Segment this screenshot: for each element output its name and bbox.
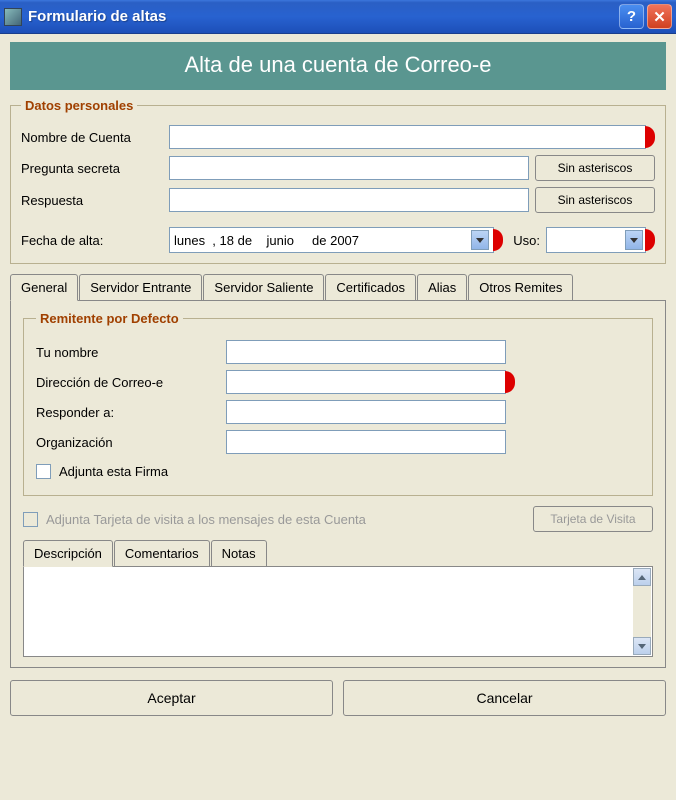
app-icon — [4, 8, 22, 26]
tab-certificates[interactable]: Certificados — [325, 274, 416, 300]
default-sender-fieldset: Remitente por Defecto Tu nombre Direcció… — [23, 311, 653, 496]
required-marker-icon — [493, 229, 503, 251]
attach-signature-label: Adjunta esta Firma — [59, 464, 168, 479]
no-asterisks-button-1[interactable]: Sin asteriscos — [535, 155, 655, 181]
tab-other-senders[interactable]: Otros Remites — [468, 274, 573, 300]
tab-general[interactable]: General — [10, 274, 78, 301]
main-tabstrip: General Servidor Entrante Servidor Salie… — [10, 274, 666, 301]
close-button[interactable]: ✕ — [647, 4, 672, 29]
subtab-description[interactable]: Descripción — [23, 540, 113, 567]
default-sender-legend: Remitente por Defecto — [36, 311, 183, 326]
answer-input[interactable] — [169, 188, 529, 212]
scroll-up-icon[interactable] — [633, 568, 651, 586]
required-marker-icon — [505, 371, 515, 393]
signup-date-value: lunes , 18 de junio de 2007 — [174, 233, 467, 248]
organization-input[interactable] — [226, 430, 506, 454]
titlebar: Formulario de altas ? ✕ — [0, 0, 676, 34]
secret-question-input[interactable] — [169, 156, 529, 180]
scroll-down-icon[interactable] — [633, 637, 651, 655]
uso-dropdown-icon[interactable] — [625, 230, 643, 250]
vcard-button: Tarjeta de Visita — [533, 506, 653, 532]
personal-legend: Datos personales — [21, 98, 137, 113]
tab-outgoing-server[interactable]: Servidor Saliente — [203, 274, 324, 300]
scrollbar[interactable] — [633, 568, 651, 655]
uso-dropdown[interactable] — [546, 227, 646, 253]
email-address-input[interactable] — [226, 370, 506, 394]
secret-question-label: Pregunta secreta — [21, 161, 169, 176]
tab-alias[interactable]: Alias — [417, 274, 467, 300]
subtab-comments[interactable]: Comentarios — [114, 540, 210, 566]
answer-label: Respuesta — [21, 193, 169, 208]
organization-label: Organización — [36, 435, 226, 450]
tab-incoming-server[interactable]: Servidor Entrante — [79, 274, 202, 300]
account-name-input[interactable] — [169, 125, 646, 149]
window-body: Alta de una cuenta de Correo-e Datos per… — [0, 34, 676, 726]
attach-vcard-label: Adjunta Tarjeta de visita a los mensajes… — [46, 512, 527, 527]
cancel-button[interactable]: Cancelar — [343, 680, 666, 716]
signup-date-picker[interactable]: lunes , 18 de junio de 2007 — [169, 227, 494, 253]
accept-button[interactable]: Aceptar — [10, 680, 333, 716]
required-marker-icon — [645, 229, 655, 251]
reply-to-input[interactable] — [226, 400, 506, 424]
no-asterisks-button-2[interactable]: Sin asteriscos — [535, 187, 655, 213]
attach-signature-checkbox[interactable] — [36, 464, 51, 479]
your-name-input[interactable] — [226, 340, 506, 364]
window-title: Formulario de altas — [28, 8, 616, 25]
sub-tabstrip: Descripción Comentarios Notas — [23, 540, 653, 567]
uso-label: Uso: — [513, 233, 540, 248]
subtab-notes[interactable]: Notas — [211, 540, 267, 566]
your-name-label: Tu nombre — [36, 345, 226, 360]
attach-vcard-checkbox — [23, 512, 38, 527]
reply-to-label: Responder a: — [36, 405, 226, 420]
signup-date-label: Fecha de alta: — [21, 233, 169, 248]
banner-title: Alta de una cuenta de Correo-e — [10, 42, 666, 90]
account-name-label: Nombre de Cuenta — [21, 130, 169, 145]
email-address-label: Dirección de Correo-e — [36, 375, 226, 390]
required-marker-icon — [645, 126, 655, 148]
description-textarea[interactable] — [23, 567, 653, 657]
footer-buttons: Aceptar Cancelar — [10, 680, 666, 716]
personal-data-fieldset: Datos personales Nombre de Cuenta Pregun… — [10, 98, 666, 264]
date-dropdown-icon[interactable] — [471, 230, 489, 250]
tab-general-body: Remitente por Defecto Tu nombre Direcció… — [10, 301, 666, 668]
help-button[interactable]: ? — [619, 4, 644, 29]
